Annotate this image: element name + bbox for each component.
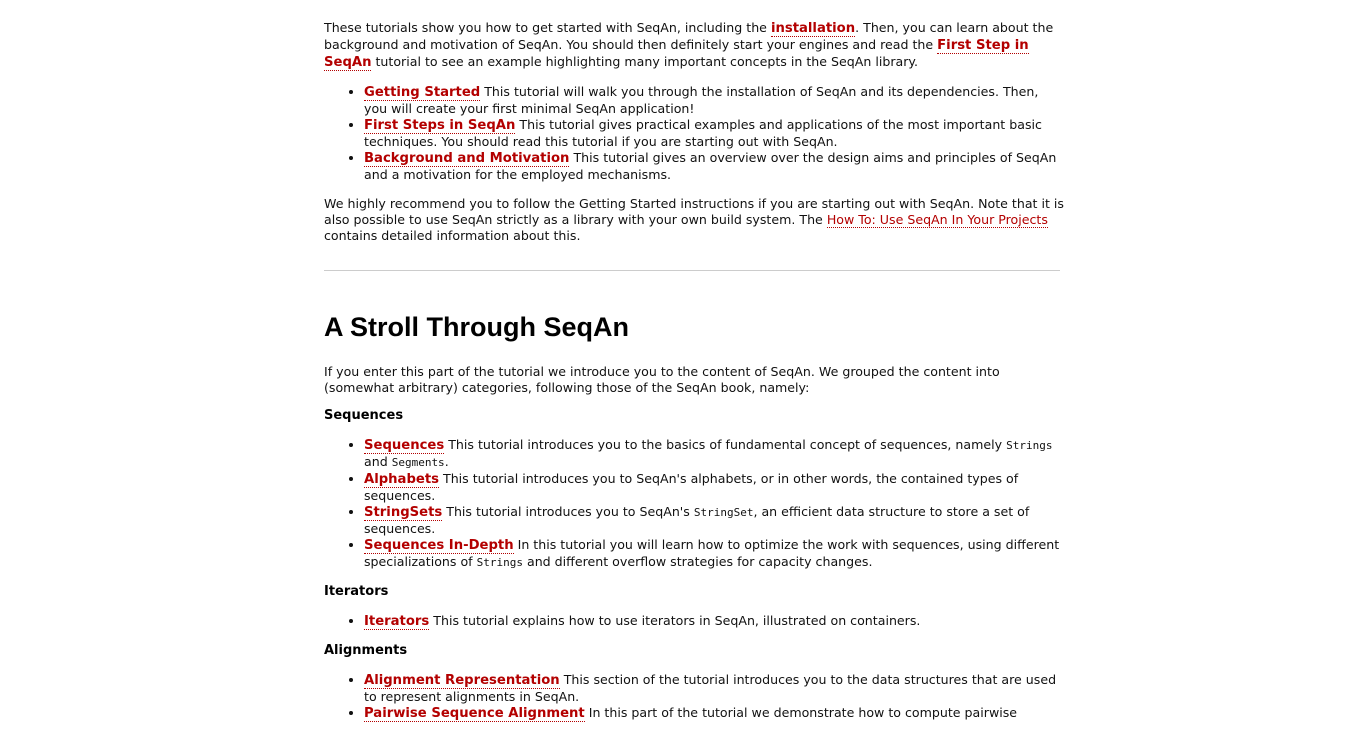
getting-started-link[interactable]: Getting Started [364, 85, 481, 101]
list-item: Sequences This tutorial introduces you t… [364, 437, 1064, 471]
first-steps-link[interactable]: First Steps in SeqAn [364, 118, 516, 134]
list-item: First Steps in SeqAn This tutorial gives… [364, 117, 1064, 150]
alignment-representation-link[interactable]: Alignment Representation [364, 673, 560, 689]
sequences-list: Sequences This tutorial introduces you t… [324, 437, 1064, 571]
list-item-text: and different overflow strategies for ca… [522, 554, 873, 569]
sequences-link[interactable]: Sequences [364, 438, 445, 454]
list-item: Alignment Representation This section of… [364, 672, 1064, 705]
sequences-heading: Sequences [324, 408, 404, 423]
code-stringset: StringSet [693, 506, 754, 519]
list-item-text: This tutorial explains how to use iterat… [429, 613, 921, 628]
list-item-text: This tutorial introduces you to SeqAn's [442, 504, 694, 519]
section-divider [324, 270, 1060, 271]
tutorial-content: These tutorials show you how to get star… [324, 20, 1064, 735]
list-item: Alphabets This tutorial introduces you t… [364, 471, 1064, 504]
list-item-text: and [364, 454, 392, 469]
list-item-text: This tutorial introduces you to SeqAn's … [364, 471, 1019, 503]
list-item: Iterators This tutorial explains how to … [364, 613, 1064, 630]
stringsets-link[interactable]: StringSets [364, 505, 443, 521]
stroll-heading: A Stroll Through SeqAn [324, 312, 629, 342]
list-item-text: In this part of the tutorial we demonstr… [584, 705, 1018, 720]
recommend-paragraph: We highly recommend you to follow the Ge… [324, 196, 1064, 244]
code-segments: Segments [391, 456, 445, 469]
list-item-text: . [444, 454, 449, 469]
code-strings: Strings [476, 556, 523, 569]
intro-text-1: These tutorials show you how to get star… [324, 20, 771, 35]
recommend-text-2: contains detailed information about this… [324, 228, 581, 243]
list-item: Sequences In-Depth In this tutorial you … [364, 537, 1064, 571]
alignments-list: Alignment Representation This section of… [324, 672, 1064, 722]
list-item: Getting Started This tutorial will walk … [364, 84, 1064, 117]
background-motivation-link[interactable]: Background and Motivation [364, 151, 570, 167]
alignments-heading: Alignments [324, 643, 408, 658]
pairwise-sequence-alignment-link[interactable]: Pairwise Sequence Alignment [364, 706, 585, 722]
how-to-use-seqan-link[interactable]: How To: Use SeqAn In Your Projects [826, 212, 1048, 228]
code-strings: Strings [1006, 439, 1053, 452]
installation-link[interactable]: installation [770, 21, 856, 37]
stroll-intro: If you enter this part of the tutorial w… [324, 364, 1000, 395]
list-item: Background and Motivation This tutorial … [364, 150, 1064, 183]
intro-paragraph: These tutorials show you how to get star… [324, 20, 1064, 71]
iterators-heading: Iterators [324, 584, 389, 599]
getting-started-list: Getting Started This tutorial will walk … [324, 84, 1064, 183]
iterators-link[interactable]: Iterators [364, 614, 430, 630]
iterators-list: Iterators This tutorial explains how to … [324, 613, 1064, 630]
list-item: StringSets This tutorial introduces you … [364, 504, 1064, 537]
list-item: Pairwise Sequence Alignment In this part… [364, 705, 1064, 722]
list-item-text: This tutorial introduces you to the basi… [444, 437, 1007, 452]
alphabets-link[interactable]: Alphabets [364, 472, 439, 488]
sequences-in-depth-link[interactable]: Sequences In-Depth [364, 538, 514, 554]
intro-text-3: tutorial to see an example highlighting … [371, 54, 919, 69]
